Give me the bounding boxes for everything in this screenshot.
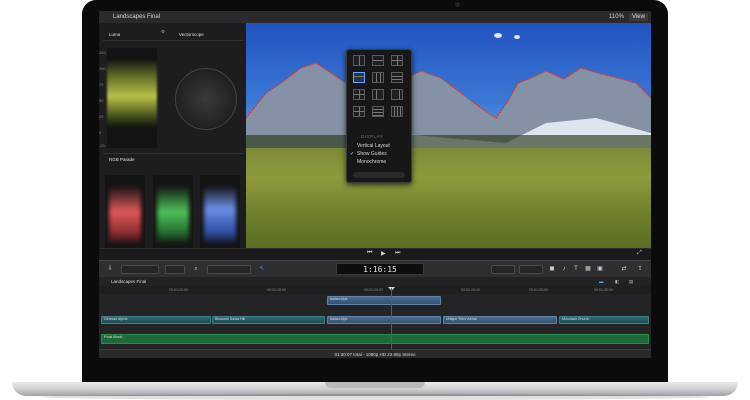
layout-tile[interactable] <box>353 89 365 100</box>
green-trace <box>157 185 189 245</box>
layout-tile[interactable] <box>372 89 384 100</box>
ruler-tick: 00:01:30:00 <box>529 288 548 292</box>
layout-tile[interactable] <box>391 72 403 83</box>
luma-scale: 100 <box>99 66 106 71</box>
luma-trace <box>107 58 157 128</box>
layout-tile-selected[interactable] <box>353 72 365 83</box>
audio-icon[interactable]: ◧ <box>615 277 619 286</box>
layout-tile[interactable] <box>353 106 365 117</box>
enhance-button[interactable] <box>491 265 515 274</box>
swap-icon[interactable]: ⇄ <box>619 265 629 274</box>
viewer-meadow <box>246 148 651 248</box>
timeline-clip[interactable]: Italian Alps <box>327 296 441 305</box>
import-icon[interactable]: ⇩ <box>105 265 115 274</box>
project-title: Landscapes Final <box>113 14 161 20</box>
vectorscope-graph <box>175 68 237 130</box>
blue-trace <box>204 185 236 245</box>
timeline-clip[interactable]: Mountain Church <box>559 316 649 324</box>
retime-button[interactable] <box>519 265 543 274</box>
cloud <box>494 33 502 38</box>
video-viewer[interactable]: DISPLAY Vertical Layout ✓ Show Guides Mo… <box>246 23 651 248</box>
library-button-group[interactable] <box>121 265 159 274</box>
video-scopes-panel: Luma ⚙ Vectorscope 120 100 75 50 25 0 -2… <box>99 23 246 259</box>
ruler-tick: 00:01:15:00 <box>267 288 286 292</box>
playhead[interactable] <box>391 288 392 350</box>
layout-tile[interactable] <box>391 55 403 66</box>
luma-scale: 25 <box>99 114 104 119</box>
share-icon[interactable]: ⇪ <box>635 265 645 274</box>
gear-icon[interactable]: ⚙ <box>161 29 165 35</box>
layout-tile[interactable] <box>372 55 384 66</box>
search-icon[interactable]: ⌕ <box>191 265 201 274</box>
laptop-notch <box>325 382 425 388</box>
snapping-icon[interactable]: ▬ <box>599 277 604 286</box>
timeline-clip[interactable]: Blossom Swiss Hill <box>212 316 325 324</box>
title-icon[interactable]: T <box>571 265 581 274</box>
camera-icon[interactable]: ◼ <box>547 265 557 274</box>
skip-forward-icon[interactable]: ⏭ <box>395 250 400 257</box>
timeline-clip[interactable]: German Alpine <box>101 316 211 324</box>
ruler-tick: 00:01:35:00 <box>594 288 613 292</box>
zoom-level[interactable]: 110% <box>609 11 624 23</box>
timeline-clip[interactable]: Unique Terre Aerial <box>443 316 557 324</box>
menu-item-show-guides[interactable]: Show Guides <box>357 151 387 157</box>
luma-scale: 0 <box>99 130 102 135</box>
luma-scale: -20 <box>99 143 105 148</box>
rgb-parade-label: RGB Parade <box>109 157 135 162</box>
rgb-red-channel <box>105 175 145 253</box>
arrow-tool-icon[interactable]: ↖ <box>257 265 267 274</box>
menu-section-header: DISPLAY <box>361 134 384 139</box>
camera-icon <box>455 2 460 7</box>
layout-tile[interactable] <box>391 89 403 100</box>
timeline-clip[interactable]: Italian Alps <box>327 316 441 324</box>
laptop-shadow <box>40 394 710 400</box>
music-icon[interactable]: ♪ <box>559 265 569 274</box>
luma-scale: 120 <box>99 50 106 55</box>
theme-icon[interactable]: ▣ <box>595 265 605 274</box>
skip-back-icon[interactable]: ⏮ <box>367 250 372 257</box>
ruler-tick: 00:01:20:00 <box>364 288 383 292</box>
menu-item-vertical-layout[interactable]: Vertical Layout <box>357 143 390 149</box>
ruler-tick: 00:01:25:00 <box>461 288 480 292</box>
timeline-project-name: Landscapes Final <box>111 279 147 284</box>
divider <box>103 153 243 154</box>
vectorscope-label: Vectorscope <box>179 32 204 37</box>
view-menu-dropdown[interactable]: DISPLAY Vertical Layout ✓ Show Guides Mo… <box>346 49 412 183</box>
cloud <box>514 35 520 39</box>
toggle-button[interactable] <box>165 265 185 274</box>
menu-footer-slider[interactable] <box>353 172 405 178</box>
fullscreen-icon[interactable]: ⤢ <box>637 250 642 257</box>
luma-waveform <box>107 48 157 148</box>
layout-tile[interactable] <box>372 106 384 117</box>
view-button[interactable]: View <box>629 13 648 21</box>
luma-scale: 75 <box>99 82 104 87</box>
rgb-blue-channel <box>200 175 240 253</box>
timeline-header: Landscapes Final ▬ ◧ ▤ <box>99 277 651 286</box>
timecode-display[interactable]: 1:16:15 <box>336 263 424 275</box>
ruler-tick: 00:01:10:00 <box>169 288 188 292</box>
divider <box>103 40 243 41</box>
app-window: Landscapes Final 110% View Luma ⚙ Vector… <box>99 11 651 358</box>
clip-appearance-icon[interactable]: ▤ <box>629 277 633 286</box>
play-icon[interactable]: ▶ <box>381 250 386 257</box>
red-trace <box>109 185 141 245</box>
status-bar: 01:30:07 total - 1080p HD 23.98p Stereo <box>99 349 651 358</box>
luma-scale: 50 <box>99 98 104 103</box>
music-clip[interactable]: Float Music <box>101 334 649 344</box>
checkmark-icon: ✓ <box>350 151 355 157</box>
layout-tile[interactable] <box>353 55 365 66</box>
layout-tile[interactable] <box>372 72 384 83</box>
rgb-green-channel <box>153 175 193 253</box>
edit-buttons-group[interactable] <box>207 265 251 274</box>
layout-tile[interactable] <box>391 106 403 117</box>
generator-icon[interactable]: ▦ <box>583 265 593 274</box>
timeline-tracks[interactable]: Italian Alps German Alpine Blossom Swiss… <box>99 294 651 349</box>
luma-label: Luma <box>109 32 121 37</box>
menu-item-monochrome[interactable]: Monochrome <box>357 159 386 165</box>
